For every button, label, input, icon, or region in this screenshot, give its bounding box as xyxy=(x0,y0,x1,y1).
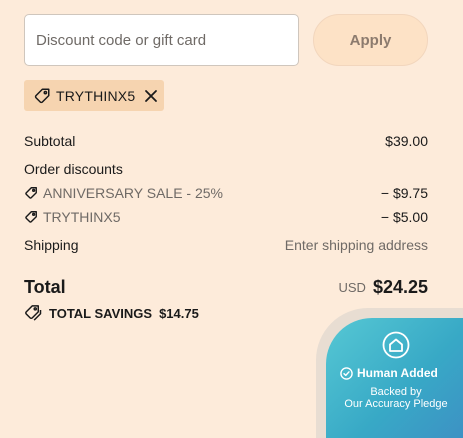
shipping-value: Enter shipping address xyxy=(284,237,428,253)
applied-code-chip: TRYTHINX5 xyxy=(24,80,164,111)
apply-button[interactable]: Apply xyxy=(313,14,428,66)
discount-code-input[interactable] xyxy=(24,14,299,66)
subtotal-row: Subtotal $39.00 xyxy=(24,131,428,151)
check-circle-icon xyxy=(340,366,353,380)
total-savings: TOTAL SAVINGS $14.75 xyxy=(24,304,199,322)
discount-row: ANNIVERSARY SALE - 25% − $9.75 xyxy=(24,183,428,203)
shipping-label: Shipping xyxy=(24,237,79,253)
discount-amount: − $5.00 xyxy=(380,209,428,225)
discount-name: ANNIVERSARY SALE - 25% xyxy=(43,185,224,201)
subtotal-label: Subtotal xyxy=(24,133,76,149)
total-row: Total USD $24.25 xyxy=(24,275,428,299)
total-label: Total xyxy=(24,276,66,297)
tag-icon xyxy=(34,88,50,103)
discount-row: TRYTHINX5 − $5.00 xyxy=(24,207,428,227)
applied-code-label: TRYTHINX5 xyxy=(56,87,136,104)
badge-line-backed: Backed by xyxy=(370,386,422,398)
subtotal-value: $39.00 xyxy=(385,133,428,149)
badge-line-pledge: Our Accuracy Pledge xyxy=(344,398,448,410)
order-discounts-row: Order discounts xyxy=(24,159,428,179)
discount-amount: − $9.75 xyxy=(380,185,428,201)
total-savings-value: $14.75 xyxy=(159,305,199,321)
total-currency: USD xyxy=(338,279,366,295)
close-icon[interactable] xyxy=(144,89,158,103)
total-savings-label: TOTAL SAVINGS xyxy=(49,305,153,321)
discount-name: TRYTHINX5 xyxy=(43,209,121,225)
tag-icon xyxy=(25,211,37,223)
tags-icon xyxy=(25,305,42,321)
home-icon xyxy=(382,331,410,359)
order-discounts-label: Order discounts xyxy=(24,161,123,177)
total-amount: $24.25 xyxy=(372,276,428,297)
tag-icon xyxy=(25,187,37,199)
badge-title: Human Added xyxy=(357,366,438,380)
accuracy-pledge-badge[interactable]: Human Added Backed by Our Accuracy Pledg… xyxy=(326,318,463,438)
shipping-row: Shipping Enter shipping address xyxy=(24,235,428,255)
